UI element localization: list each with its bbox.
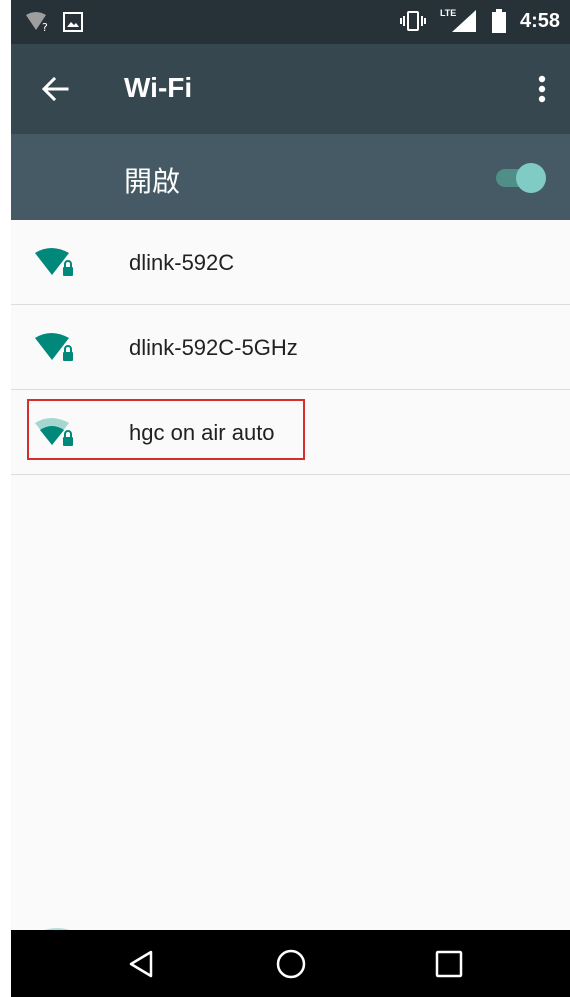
arrow-left-icon[interactable] — [37, 71, 73, 107]
vibrate-icon — [399, 11, 426, 31]
image-notification-icon — [63, 12, 83, 32]
status-left: ? — [25, 12, 83, 32]
lte-signal-icon: LTE — [440, 8, 478, 34]
network-ssid: dlink-592C-5GHz — [129, 335, 298, 360]
system-nav-bar — [11, 930, 570, 997]
wifi-question-icon: ? — [26, 12, 48, 32]
network-list: dlink-592C dlink-592C-5GHz hgc on air au… — [11, 220, 570, 475]
network-item-dlink-592c[interactable]: dlink-592C — [11, 220, 570, 305]
status-right: LTE 4:58 — [399, 8, 560, 34]
page-title: Wi-Fi — [124, 72, 193, 103]
wifi-signal-medium-locked-icon — [35, 418, 73, 446]
wifi-signal-locked-icon — [35, 333, 73, 361]
svg-text:?: ? — [42, 21, 48, 32]
app-toolbar: Wi-Fi — [11, 44, 570, 134]
network-item-hgc-on-air-auto[interactable]: hgc on air auto — [11, 390, 570, 475]
back-triangle-icon[interactable] — [123, 946, 159, 982]
status-bar: ? LTE 4:58 — [11, 0, 570, 44]
recents-square-icon[interactable] — [431, 946, 467, 982]
wifi-signal-locked-icon — [35, 248, 73, 276]
network-item-dlink-592c-5ghz[interactable]: dlink-592C-5GHz — [11, 305, 570, 390]
wifi-toggle-switch[interactable] — [490, 161, 546, 193]
network-ssid: dlink-592C — [129, 250, 235, 275]
wifi-master-switch-bar[interactable]: 開啟 — [11, 134, 570, 220]
network-ssid: hgc on air auto — [129, 420, 275, 445]
status-time: 4:58 — [519, 9, 560, 32]
more-vert-icon[interactable] — [530, 74, 554, 104]
home-circle-icon[interactable] — [273, 946, 309, 982]
toggle-thumb — [516, 163, 546, 193]
battery-icon — [491, 9, 506, 33]
wifi-switch-label: 開啟 — [124, 166, 181, 197]
phone-screen: ? LTE 4:58 Wi-Fi 開啟 dlink-592C dlink-592… — [11, 0, 570, 997]
